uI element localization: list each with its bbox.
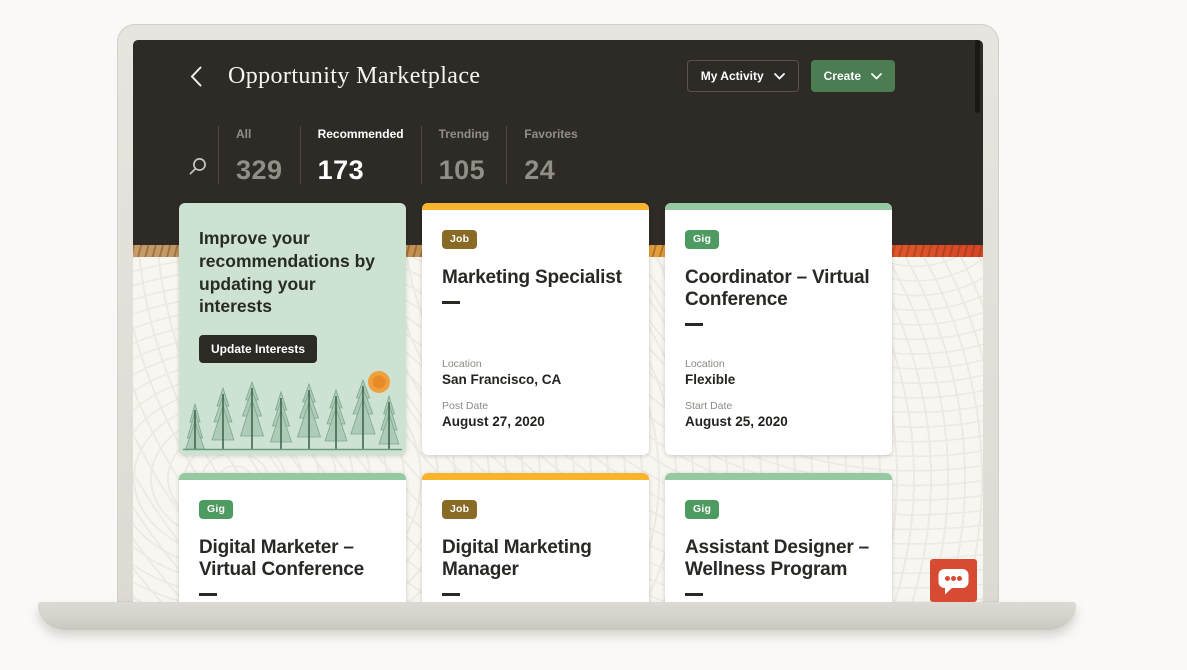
tab-recommended-label: Recommended: [318, 127, 404, 141]
card-field: Post Date August 27, 2020: [442, 400, 629, 429]
tab-favorites-count: 24: [524, 157, 577, 184]
chat-widget-button[interactable]: [930, 559, 977, 602]
opportunity-cards-grid: Improve your recommendations by updating…: [179, 203, 892, 602]
title-dash: [685, 323, 703, 326]
scrollbar-thumb[interactable]: [975, 40, 980, 113]
card-accent-bar: [422, 473, 649, 480]
card-title: Assistant Designer – Wellness Program: [685, 537, 872, 581]
job-badge: Job: [442, 230, 477, 249]
chevron-left-icon: [190, 66, 202, 87]
promo-card[interactable]: Improve your recommendations by updating…: [179, 203, 406, 455]
card-title: Coordinator – Virtual Conference: [685, 267, 872, 311]
search-button[interactable]: [188, 126, 218, 184]
card-title: Digital Marketer – Virtual Conference: [199, 537, 386, 581]
header-actions: My Activity Create: [687, 60, 895, 92]
laptop-bezel: Opportunity Marketplace My Activity Crea…: [117, 24, 999, 602]
title-dash: [199, 593, 217, 596]
page-title: Opportunity Marketplace: [228, 63, 480, 90]
gig-badge: Gig: [199, 500, 233, 519]
chevron-down-icon: [774, 73, 785, 80]
sun-icon-inner: [373, 376, 386, 389]
header-top: Opportunity Marketplace My Activity Crea…: [190, 60, 895, 92]
card-accent-bar: [665, 203, 892, 210]
card-accent-bar: [665, 473, 892, 480]
tab-trending-label: Trending: [439, 127, 490, 141]
chevron-down-icon: [871, 73, 882, 80]
opportunity-card[interactable]: Job Marketing Specialist Location San Fr…: [422, 203, 649, 455]
opportunity-card[interactable]: Job Digital Marketing Manager: [422, 473, 649, 602]
title-dash: [442, 301, 460, 304]
back-button[interactable]: [190, 60, 210, 92]
search-icon: [188, 157, 207, 176]
card-accent-bar: [422, 203, 649, 210]
tab-trending[interactable]: Trending 105: [421, 126, 507, 184]
laptop-mockup: Opportunity Marketplace My Activity Crea…: [38, 24, 1076, 632]
tab-all-count: 329: [236, 157, 283, 184]
title-dash: [442, 593, 460, 596]
card-title: Digital Marketing Manager: [442, 537, 629, 581]
tab-recommended-count: 173: [318, 157, 404, 184]
tab-recommended[interactable]: Recommended 173: [300, 126, 421, 184]
promo-message: Improve your recommendations by updating…: [199, 227, 386, 318]
card-accent-bar: [179, 473, 406, 480]
trees-illustration: [179, 370, 406, 455]
update-interests-button[interactable]: Update Interests: [199, 335, 317, 363]
tab-favorites[interactable]: Favorites 24: [506, 126, 594, 184]
card-field: Location San Francisco, CA: [442, 358, 629, 387]
title-dash: [685, 593, 703, 596]
opportunity-card[interactable]: Gig Coordinator – Virtual Conference Loc…: [665, 203, 892, 455]
stats-row: All 329 Recommended 173 Trending 105 Fav…: [188, 126, 595, 184]
job-badge: Job: [442, 500, 477, 519]
tab-all[interactable]: All 329: [218, 126, 300, 184]
my-activity-button[interactable]: My Activity: [687, 60, 799, 92]
tab-favorites-label: Favorites: [524, 127, 577, 141]
opportunity-card[interactable]: Gig Assistant Designer – Wellness Progra…: [665, 473, 892, 602]
card-field: Start Date August 25, 2020: [685, 400, 872, 429]
chat-bubble-icon: [937, 566, 970, 596]
create-button[interactable]: Create: [811, 60, 895, 92]
screen: Opportunity Marketplace My Activity Crea…: [133, 40, 983, 602]
create-label: Create: [824, 69, 861, 83]
gig-badge: Gig: [685, 230, 719, 249]
tab-all-label: All: [236, 127, 283, 141]
card-field: Location Flexible: [685, 358, 872, 387]
tab-trending-count: 105: [439, 157, 490, 184]
opportunity-card[interactable]: Gig Digital Marketer – Virtual Conferenc…: [179, 473, 406, 602]
gig-badge: Gig: [685, 500, 719, 519]
card-title: Marketing Specialist: [442, 267, 629, 289]
my-activity-label: My Activity: [701, 69, 764, 83]
laptop-base: [38, 602, 1076, 630]
